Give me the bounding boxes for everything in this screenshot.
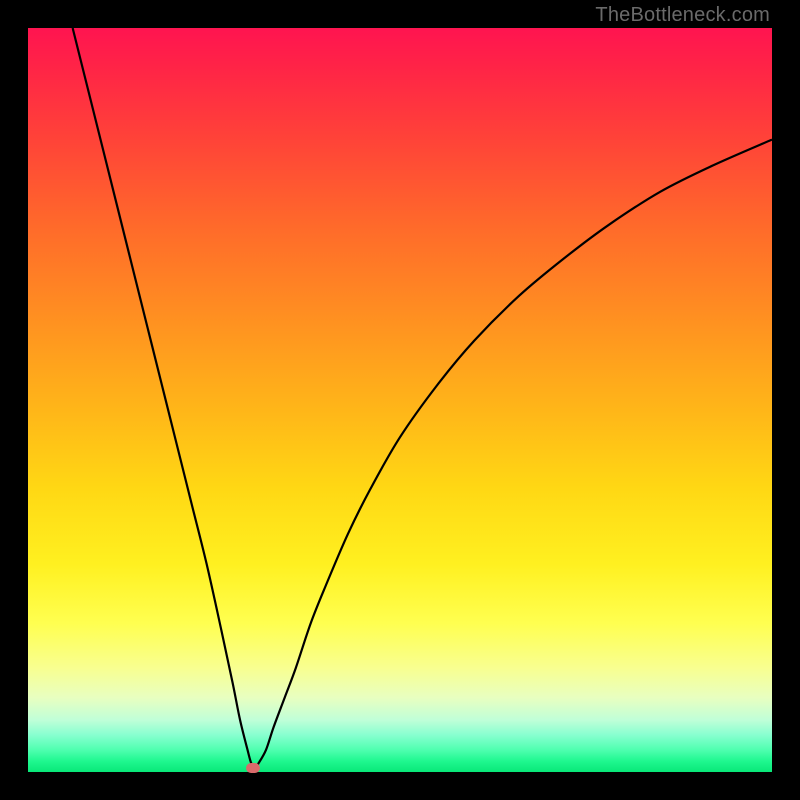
watermark-text: TheBottleneck.com: [595, 4, 770, 27]
plot-area: [28, 28, 772, 772]
curve-svg: [28, 28, 772, 772]
bottleneck-chart: TheBottleneck.com: [0, 0, 800, 800]
minimum-marker: [246, 763, 260, 773]
bottleneck-curve-path: [73, 28, 772, 768]
